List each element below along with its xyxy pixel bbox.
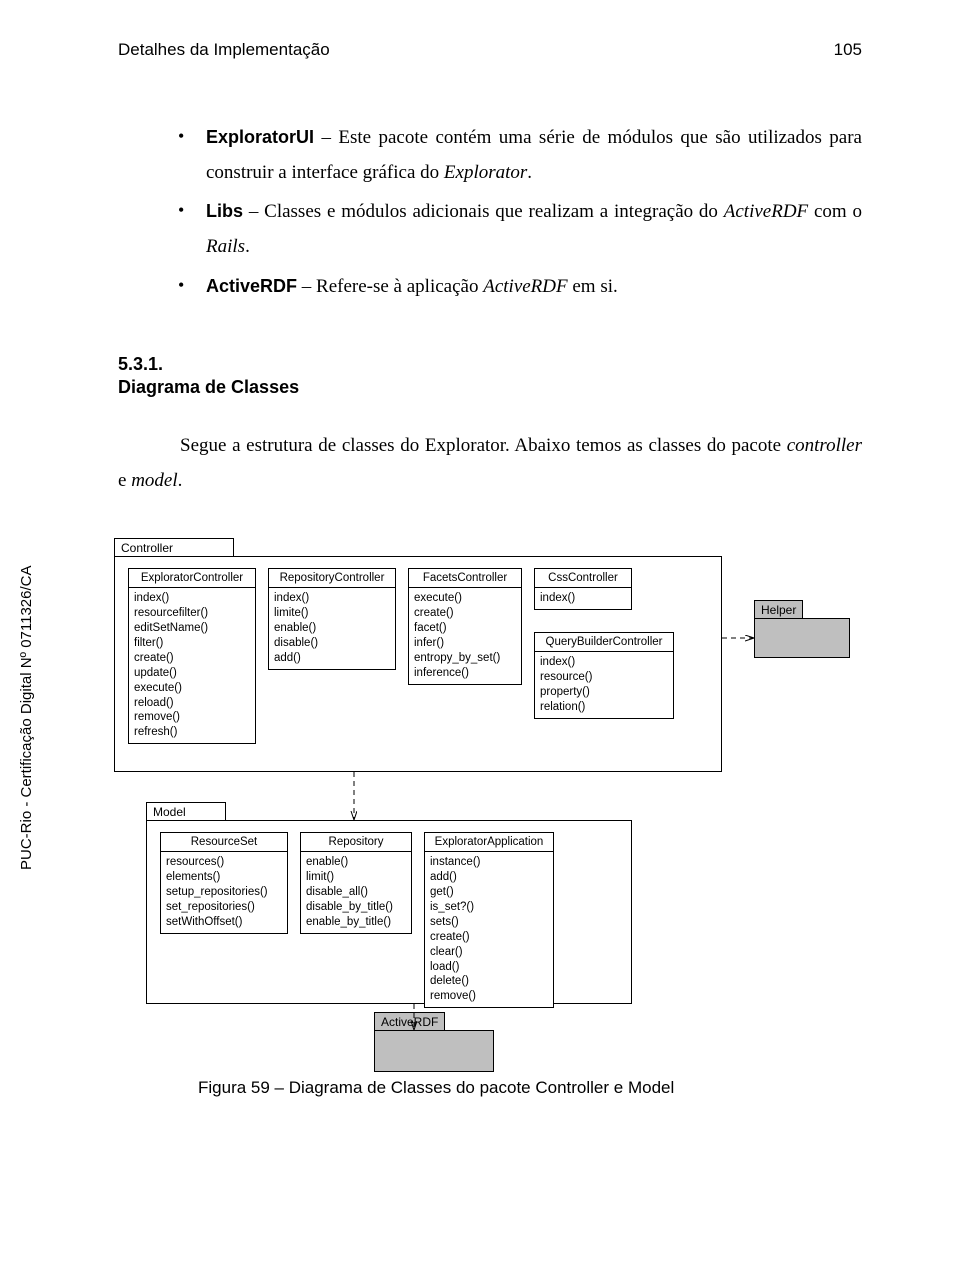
bullet-bold: ExploratorUI	[206, 127, 314, 147]
class-title: ExploratorController	[129, 569, 255, 588]
class-facets-controller: FacetsController execute()create()facet(…	[408, 568, 522, 685]
class-methods: enable()limit()disable_all()disable_by_t…	[301, 852, 411, 933]
class-methods: resources()elements()setup_repositories(…	[161, 852, 287, 933]
bullet-bold: ActiveRDF	[206, 276, 297, 296]
class-explorator-controller: ExploratorController index()resourcefilt…	[128, 568, 256, 744]
class-querybuilder-controller: QueryBuilderController index()resource()…	[534, 632, 674, 719]
class-title: QueryBuilderController	[535, 633, 673, 652]
class-methods: index()	[535, 588, 631, 609]
class-methods: index()resourcefilter()editSetName()filt…	[129, 588, 255, 743]
class-title: ResourceSet	[161, 833, 287, 852]
bullet-text: com o	[808, 201, 862, 222]
bullet-italic: ActiveRDF	[483, 276, 567, 297]
bullet-italic: Explorator	[444, 162, 527, 183]
class-title: CssController	[535, 569, 631, 588]
para-text: .	[178, 470, 183, 491]
bullet-italic: ActiveRDF	[724, 201, 808, 222]
package-tab-helper: Helper	[754, 600, 803, 620]
para-italic: controller	[787, 435, 862, 456]
bullet-list: ExploratorUI – Este pacote contém uma sé…	[178, 120, 862, 304]
para-text: e	[118, 470, 131, 491]
page-header: Detalhes da Implementação 105	[118, 40, 862, 60]
para-text: Segue a estrutura de classes do Explorat…	[180, 435, 787, 456]
bullet-text: em si.	[568, 276, 618, 297]
class-repository: Repository enable()limit()disable_all()d…	[300, 832, 412, 934]
class-title: FacetsController	[409, 569, 521, 588]
class-methods: index()limite()enable()disable()add()	[269, 588, 395, 669]
package-tab-model: Model	[146, 802, 226, 821]
section-title: Diagrama de Classes	[118, 377, 862, 398]
header-page-number: 105	[834, 40, 862, 60]
package-activerdf	[374, 1030, 494, 1072]
class-css-controller: CssController index()	[534, 568, 632, 610]
bullet-item: ActiveRDF – Refere-se à aplicação Active…	[178, 269, 862, 304]
body-paragraph: Segue a estrutura de classes do Explorat…	[118, 428, 862, 498]
bullet-italic: Rails	[206, 236, 245, 257]
class-title: Repository	[301, 833, 411, 852]
class-methods: execute()create()facet()infer()entropy_b…	[409, 588, 521, 684]
bullet-bold: Libs	[206, 201, 243, 221]
class-title: ExploratorApplication	[425, 833, 553, 852]
package-helper	[754, 618, 850, 658]
class-methods: instance()add()get()is_set?()sets()creat…	[425, 852, 553, 1007]
bullet-text: .	[527, 162, 532, 183]
bullet-item: ExploratorUI – Este pacote contém uma sé…	[178, 120, 862, 190]
class-resource-set: ResourceSet resources()elements()setup_r…	[160, 832, 288, 934]
package-tab-activerdf: ActiveRDF	[374, 1012, 445, 1032]
header-left: Detalhes da Implementação	[118, 40, 330, 60]
class-title: RepositoryController	[269, 569, 395, 588]
bullet-text: .	[245, 236, 250, 257]
side-watermark: PUC-Rio - Certificação Digital Nº 071132…	[18, 566, 35, 870]
package-tab-controller: Controller	[114, 538, 234, 557]
class-repository-controller: RepositoryController index()limite()enab…	[268, 568, 396, 670]
para-italic: model	[131, 470, 177, 491]
class-explorator-application: ExploratorApplication instance()add()get…	[424, 832, 554, 1008]
class-diagram: Controller ExploratorController index()r…	[114, 538, 850, 1038]
bullet-text: – Refere-se à aplicação	[297, 276, 483, 297]
class-methods: index()resource()property()relation()	[535, 652, 673, 718]
figure-caption: Figura 59 – Diagrama de Classes do pacot…	[198, 1078, 862, 1098]
bullet-text: – Classes e módulos adicionais que reali…	[243, 201, 724, 222]
section-number: 5.3.1.	[118, 354, 862, 375]
bullet-item: Libs – Classes e módulos adicionais que …	[178, 194, 862, 264]
